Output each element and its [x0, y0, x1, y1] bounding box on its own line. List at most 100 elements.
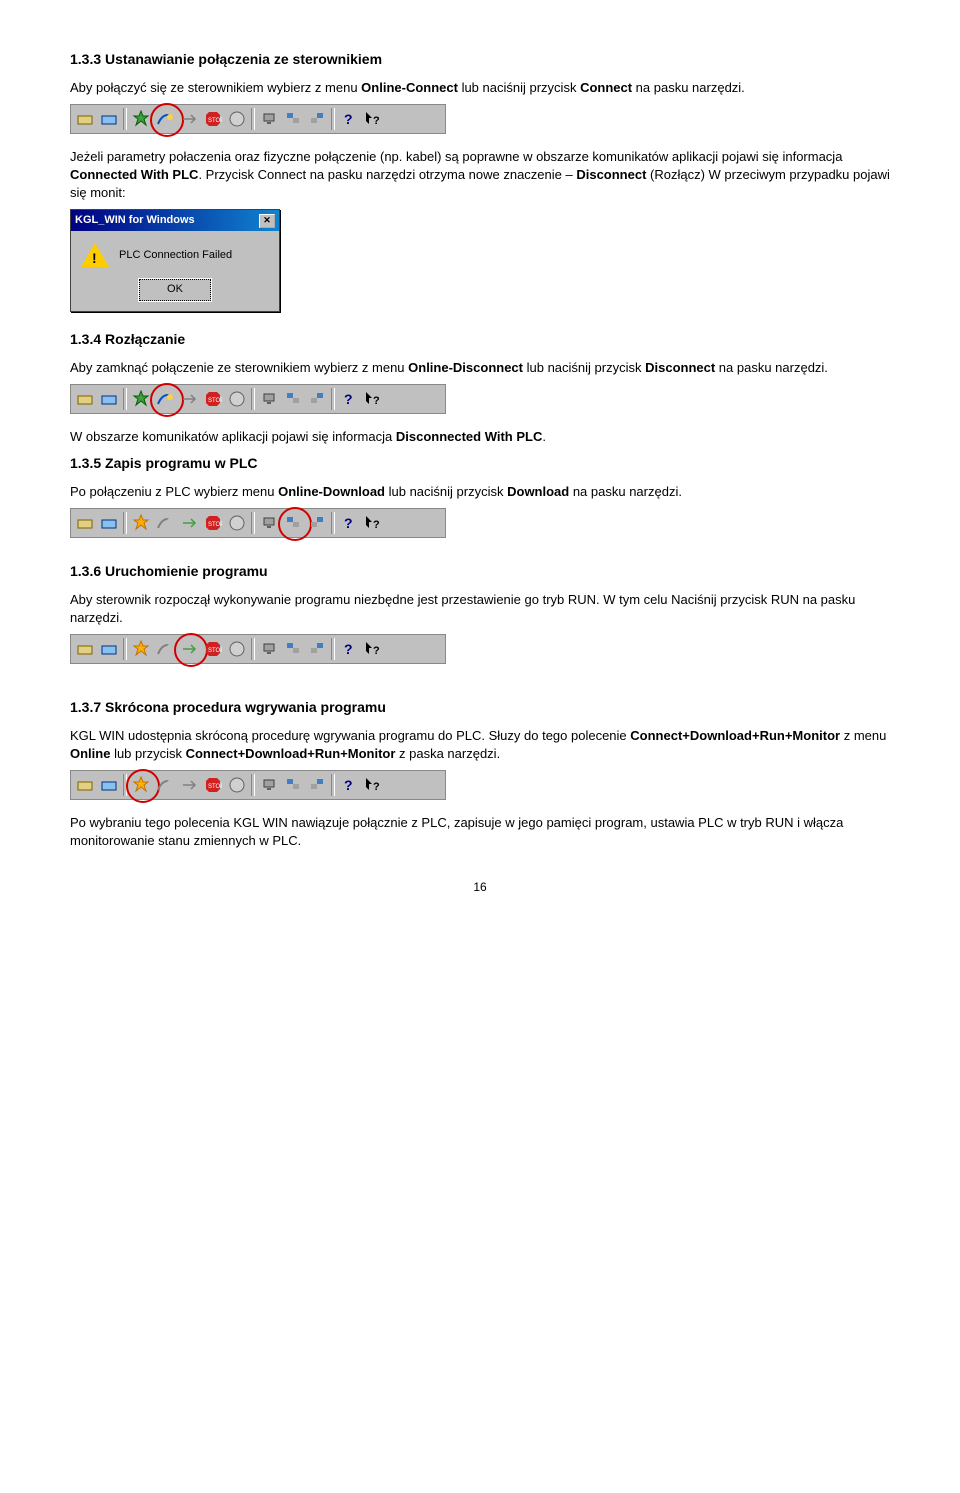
help-icon[interactable]: ? [337, 387, 361, 411]
separator [123, 512, 127, 534]
toolbar-icon[interactable] [73, 773, 97, 797]
run-icon[interactable] [177, 773, 201, 797]
separator [251, 512, 255, 534]
separator [123, 108, 127, 130]
separator [123, 638, 127, 660]
connect-icon[interactable] [153, 107, 177, 131]
pause-icon[interactable] [225, 637, 249, 661]
run-icon[interactable] [177, 637, 201, 661]
bold: Disconnect [645, 360, 715, 375]
close-icon[interactable]: ✕ [259, 214, 275, 228]
help-icon[interactable]: ? [337, 107, 361, 131]
svg-text:STOP: STOP [208, 398, 222, 404]
svg-text:?: ? [373, 519, 380, 531]
svg-text:STOP: STOP [208, 784, 222, 790]
connect-icon[interactable] [153, 773, 177, 797]
bold: Connect [580, 80, 632, 95]
arrow-icon[interactable] [177, 107, 201, 131]
context-help-icon[interactable]: ? [361, 637, 385, 661]
toolbar-icon[interactable] [73, 387, 97, 411]
bold: Online-Connect [361, 80, 458, 95]
help-icon[interactable]: ? [337, 637, 361, 661]
stop-icon[interactable]: STOP [201, 773, 225, 797]
monitor-icon[interactable] [257, 773, 281, 797]
toolbar-icon[interactable] [97, 387, 121, 411]
toolbar-icon[interactable] [73, 637, 97, 661]
heading-1-3-4: 1.3.4 Rozłączanie [70, 330, 890, 349]
text: . [542, 429, 546, 444]
upload-icon[interactable] [305, 773, 329, 797]
download-icon[interactable] [281, 107, 305, 131]
stop-icon[interactable]: STOP [201, 387, 225, 411]
warning-icon [81, 243, 109, 267]
text: z paska narzędzi. [395, 746, 500, 761]
text: na pasku narzędzi. [632, 80, 745, 95]
pause-icon[interactable] [225, 107, 249, 131]
toolbar-icon[interactable] [73, 107, 97, 131]
upload-icon[interactable] [305, 511, 329, 535]
svg-text:?: ? [344, 391, 353, 407]
toolbar-icon[interactable] [73, 511, 97, 535]
burst-icon[interactable] [129, 387, 153, 411]
context-help-icon[interactable]: ? [361, 107, 385, 131]
disconnect-icon[interactable] [153, 387, 177, 411]
toolbar-icon[interactable] [97, 511, 121, 535]
burst-icon[interactable] [129, 107, 153, 131]
stop-icon[interactable]: STOP [201, 107, 225, 131]
pause-icon[interactable] [225, 511, 249, 535]
burst-icon[interactable] [129, 511, 153, 535]
pause-icon[interactable] [225, 773, 249, 797]
monitor-icon[interactable] [257, 387, 281, 411]
download-icon[interactable] [281, 773, 305, 797]
separator [123, 388, 127, 410]
stop-icon[interactable]: STOP [201, 637, 225, 661]
context-help-icon[interactable]: ? [361, 387, 385, 411]
ok-button[interactable]: OK [139, 279, 211, 301]
context-help-icon[interactable]: ? [361, 511, 385, 535]
upload-icon[interactable] [305, 637, 329, 661]
svg-text:?: ? [344, 111, 353, 127]
stop-icon[interactable]: STOP [201, 511, 225, 535]
separator [251, 774, 255, 796]
svg-text:?: ? [373, 645, 380, 657]
error-dialog: KGL_WIN for Windows ✕ PLC Connection Fai… [70, 209, 280, 312]
toolbar-icon[interactable] [97, 107, 121, 131]
toolbar-1: STOP ? ? [70, 104, 446, 134]
upload-icon[interactable] [305, 107, 329, 131]
connect-icon[interactable] [153, 637, 177, 661]
combined-icon[interactable] [129, 773, 153, 797]
text: lub naciśnij przycisk [385, 484, 507, 499]
dialog-title-text: KGL_WIN for Windows [75, 213, 195, 228]
connect-icon[interactable] [153, 511, 177, 535]
burst-icon[interactable] [129, 637, 153, 661]
arrow-icon[interactable] [177, 387, 201, 411]
text: W obszarze komunikatów aplikacji pojawi … [70, 429, 396, 444]
download-icon[interactable] [281, 637, 305, 661]
toolbar-icon[interactable] [97, 773, 121, 797]
dialog-titlebar: KGL_WIN for Windows ✕ [71, 210, 279, 231]
toolbar-4: STOP ? ? [70, 634, 446, 664]
download-icon[interactable] [281, 387, 305, 411]
separator [331, 638, 335, 660]
monitor-icon[interactable] [257, 107, 281, 131]
para-1-3-3-1: Aby połączyć się ze sterownikiem wybierz… [70, 79, 890, 97]
context-help-icon[interactable]: ? [361, 773, 385, 797]
monitor-icon[interactable] [257, 637, 281, 661]
pause-icon[interactable] [225, 387, 249, 411]
text: na pasku narzędzi. [569, 484, 682, 499]
heading-1-3-5: 1.3.5 Zapis programu w PLC [70, 454, 890, 473]
toolbar-3: STOP ? ? [70, 508, 446, 538]
toolbar-icon[interactable] [97, 637, 121, 661]
download-icon[interactable] [281, 511, 305, 535]
help-icon[interactable]: ? [337, 773, 361, 797]
help-icon[interactable]: ? [337, 511, 361, 535]
text: lub naciśnij przycisk [458, 80, 580, 95]
para-1-3-4-2: W obszarze komunikatów aplikacji pojawi … [70, 428, 890, 446]
text: z menu [840, 728, 886, 743]
text: Aby połączyć się ze sterownikiem wybierz… [70, 80, 361, 95]
arrow-icon[interactable] [177, 511, 201, 535]
upload-icon[interactable] [305, 387, 329, 411]
monitor-icon[interactable] [257, 511, 281, 535]
text: Po połączeniu z PLC wybierz menu [70, 484, 278, 499]
bold: Connect+Download+Run+Monitor [186, 746, 396, 761]
